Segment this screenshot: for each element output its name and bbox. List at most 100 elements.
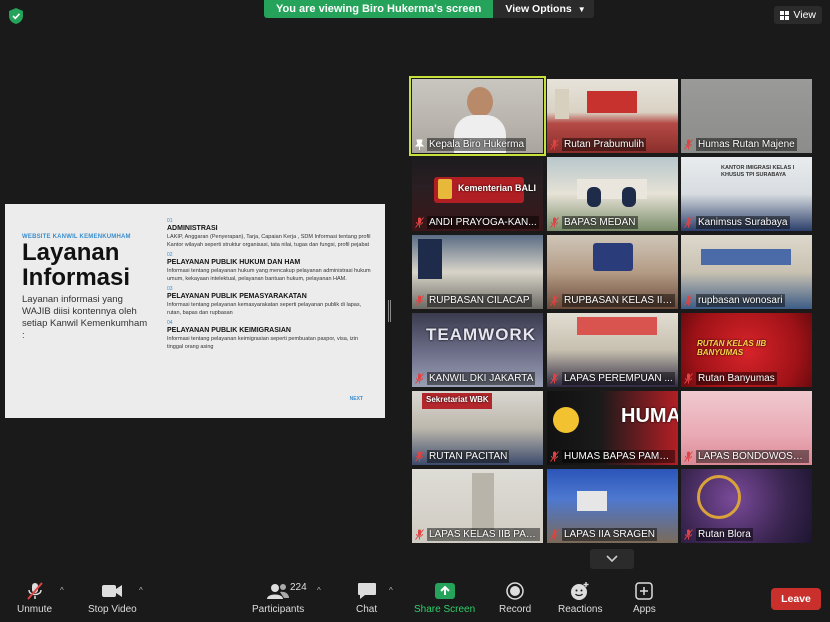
participant-name: Kepala Biro Hukerma bbox=[427, 138, 527, 151]
mic-muted-icon bbox=[550, 529, 559, 540]
participant-label: Rutan Banyumas bbox=[684, 372, 809, 385]
chevron-down-icon bbox=[606, 555, 618, 563]
slide-items: 01 ADMINISTRASI LAKIP, Anggaran (Penyera… bbox=[167, 218, 375, 354]
mic-muted-icon bbox=[550, 139, 559, 150]
participant-tile[interactable]: LAPAS KELAS IIB PAN... bbox=[412, 469, 543, 543]
video-options-caret[interactable]: ^ bbox=[139, 586, 143, 595]
participants-count: 224 bbox=[290, 582, 307, 593]
tile-caption: Kementerian BALI bbox=[458, 183, 537, 193]
participant-tile[interactable]: RUPBASAN KELAS II B... bbox=[547, 235, 678, 309]
item-body: Informasi tentang pelayanan kemasyarakat… bbox=[167, 302, 362, 316]
participant-label: LAPAS PEREMPUAN ... bbox=[550, 372, 675, 385]
slide-item: 03 PELAYANAN PUBLIK PEMASYARAKATAN Infor… bbox=[167, 286, 375, 317]
share-screen-button[interactable]: Share Screen bbox=[414, 580, 475, 615]
item-heading: PELAYANAN PUBLIK PEMASYARAKATAN bbox=[167, 293, 307, 300]
item-heading: PELAYANAN PUBLIK HUKUM DAN HAM bbox=[167, 259, 301, 266]
participant-label: RUPBASAN KELAS II B... bbox=[550, 294, 675, 307]
participant-name: Rutan Blora bbox=[696, 528, 753, 541]
participant-name: LAPAS IIA SRAGEN bbox=[562, 528, 657, 541]
gallery-next-page-button[interactable] bbox=[590, 549, 634, 569]
record-icon bbox=[506, 582, 524, 600]
chat-options-caret[interactable]: ^ bbox=[389, 586, 393, 595]
participant-name: LAPAS PEREMPUAN ... bbox=[562, 372, 675, 385]
mic-muted-icon bbox=[684, 139, 693, 150]
mic-muted-icon bbox=[415, 295, 424, 306]
mic-muted-icon bbox=[684, 295, 693, 306]
participants-options-caret[interactable]: ^ bbox=[317, 586, 321, 595]
mic-muted-icon bbox=[26, 582, 43, 600]
record-button[interactable]: Record bbox=[499, 580, 531, 615]
participant-label: LAPAS BONDOWOSO... bbox=[684, 450, 809, 463]
mic-muted-icon bbox=[415, 529, 424, 540]
mic-muted-icon bbox=[550, 373, 559, 384]
item-heading: ADMINISTRASI bbox=[167, 225, 218, 232]
participant-tile[interactable]: RUTAN KELAS IIB BANYUMAS Rutan Banyumas bbox=[681, 313, 812, 387]
grid-icon bbox=[780, 10, 790, 20]
split-view-drag-handle[interactable] bbox=[388, 300, 392, 322]
share-screen-label: Share Screen bbox=[414, 604, 476, 615]
item-body: Informasi tentang pelayanan hukum yang m… bbox=[167, 268, 371, 282]
viewing-screen-text: You are viewing Biro Hukerma's screen bbox=[264, 0, 494, 18]
mic-muted-icon bbox=[415, 451, 424, 462]
chat-icon bbox=[357, 583, 376, 599]
tile-caption: RUTAN KELAS IIB BANYUMAS bbox=[697, 339, 767, 357]
audio-options-caret[interactable]: ^ bbox=[60, 586, 64, 595]
chat-button[interactable]: Chat bbox=[356, 580, 377, 615]
participant-tile[interactable]: rupbasan wonosari bbox=[681, 235, 812, 309]
participant-name: HUMAS BAPAS PAME... bbox=[562, 450, 675, 463]
meeting-toolbar: Unmute ^ Stop Video ^ Participants 224 ^… bbox=[0, 578, 830, 622]
participants-label: Participants bbox=[252, 604, 305, 615]
participant-label: Kepala Biro Hukerma bbox=[415, 138, 540, 151]
participant-tile[interactable]: RUPBASAN CILACAP bbox=[412, 235, 543, 309]
participant-tile[interactable]: LAPAS PEREMPUAN ... bbox=[547, 313, 678, 387]
participant-tile[interactable]: Rutan Prabumulih bbox=[547, 79, 678, 153]
participant-tile[interactable]: BAPAS MEDAN bbox=[547, 157, 678, 231]
participant-name: Kanimsus Surabaya bbox=[696, 216, 790, 229]
participant-label: Kanimsus Surabaya bbox=[684, 216, 809, 229]
tile-caption: Sekretariat WBK bbox=[426, 395, 489, 404]
mic-muted-icon bbox=[550, 295, 559, 306]
participant-tile[interactable]: Kepala Biro Hukerma bbox=[409, 76, 546, 156]
reactions-button[interactable]: Reactions bbox=[558, 580, 602, 615]
view-layout-button[interactable]: View bbox=[774, 6, 822, 24]
stop-video-button[interactable]: Stop Video bbox=[88, 580, 137, 615]
participant-tile[interactable]: Humas Rutan Majene bbox=[681, 79, 812, 153]
slide-item: 01 ADMINISTRASI LAKIP, Anggaran (Penyera… bbox=[167, 218, 375, 249]
participant-tile[interactable]: HUMA HUMAS BAPAS PAME... bbox=[547, 391, 678, 465]
participant-name: RUPBASAN CILACAP bbox=[427, 294, 532, 307]
participant-name: ANDI PRAYOGA-KAN... bbox=[427, 216, 539, 229]
mic-muted-icon bbox=[684, 529, 693, 540]
participant-label: Humas Rutan Majene bbox=[684, 138, 809, 151]
leave-button[interactable]: Leave bbox=[771, 588, 821, 610]
slide-next-label: NEXT bbox=[349, 396, 363, 402]
participant-tile[interactable]: TEAMWORK KANWIL DKI JAKARTA bbox=[412, 313, 543, 387]
participant-tile[interactable]: Sekretariat WBK RUTAN PACITAN bbox=[412, 391, 543, 465]
participant-name: Humas Rutan Majene bbox=[696, 138, 797, 151]
encryption-shield-icon[interactable] bbox=[9, 8, 23, 24]
participant-tile[interactable]: Rutan Blora bbox=[681, 469, 812, 543]
participant-label: RUPBASAN CILACAP bbox=[415, 294, 540, 307]
participant-tile[interactable]: LAPAS BONDOWOSO... bbox=[681, 391, 812, 465]
participants-icon bbox=[267, 584, 290, 599]
apps-button[interactable]: Apps bbox=[633, 580, 656, 615]
participant-name: Rutan Prabumulih bbox=[562, 138, 647, 151]
unmute-button[interactable]: Unmute bbox=[17, 580, 52, 615]
chevron-down-icon: ▼ bbox=[577, 5, 586, 14]
tile-caption: HUMA bbox=[621, 405, 678, 427]
video-camera-icon bbox=[102, 585, 123, 597]
mic-muted-icon bbox=[684, 451, 693, 462]
mic-muted-icon bbox=[550, 217, 559, 228]
record-label: Record bbox=[499, 604, 532, 615]
participant-tile[interactable]: LAPAS IIA SRAGEN bbox=[547, 469, 678, 543]
slide-title: Layanan Informasi bbox=[22, 239, 131, 291]
view-options-button[interactable]: View Options ▼ bbox=[493, 0, 594, 18]
leave-label: Leave bbox=[781, 593, 811, 605]
participant-label: ANDI PRAYOGA-KAN... bbox=[415, 216, 540, 229]
mic-muted-icon bbox=[684, 373, 693, 384]
participant-name: KANWIL DKI JAKARTA bbox=[427, 372, 536, 385]
participant-name: LAPAS BONDOWOSO... bbox=[696, 450, 809, 463]
shared-screen-slide: WEBSITE KANWIL KEMENKUMHAM Layanan Infor… bbox=[5, 204, 385, 418]
participant-tile[interactable]: KANTOR IMIGRASI KELAS I KHUSUS TPI SURAB… bbox=[681, 157, 812, 231]
participant-tile[interactable]: Kementerian BALI ANDI PRAYOGA-KAN... bbox=[412, 157, 543, 231]
participant-label: HUMAS BAPAS PAME... bbox=[550, 450, 675, 463]
